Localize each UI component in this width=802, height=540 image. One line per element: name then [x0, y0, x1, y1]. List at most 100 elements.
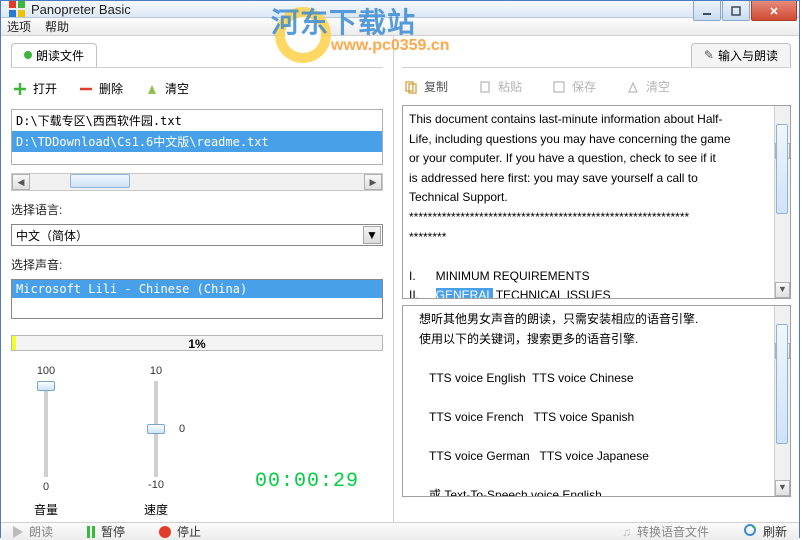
hint-vscroll[interactable]: ▲ ▼ — [774, 306, 790, 496]
close-button[interactable] — [751, 1, 797, 21]
clear-right-button[interactable]: 清空 — [626, 78, 670, 95]
delete-label: 删除 — [99, 80, 123, 97]
stop-label: 停止 — [177, 523, 201, 540]
app-window: 河东下载站 www.pc0359.cn Panopreter Basic 选项 … — [0, 0, 800, 538]
left-pane: 朗读文件 打开 删除 清空 D:\下载专区\西西软件园.txt — [1, 36, 394, 522]
titlebar[interactable]: Panopreter Basic — [1, 1, 799, 18]
plus-icon — [13, 82, 27, 96]
delete-button[interactable]: 删除 — [79, 80, 123, 97]
copy-button[interactable]: 复制 — [404, 78, 448, 95]
statusbar: 朗读 暂停 停止 ♫ 转换语音文件 刷新 — [1, 522, 799, 540]
dotted-underline — [409, 493, 772, 494]
app-icon — [9, 1, 25, 17]
right-pane: ✎ 输入与朗读 复制 粘贴 保存 清空 — [394, 36, 799, 522]
progress-area: 1% — [11, 335, 383, 351]
window-title: Panopreter Basic — [31, 2, 799, 17]
stop-button[interactable]: 停止 — [159, 523, 201, 540]
broom-icon — [626, 80, 640, 94]
pause-button[interactable]: 暂停 — [87, 523, 125, 540]
menu-help[interactable]: 帮助 — [45, 18, 69, 35]
scroll-thumb[interactable] — [776, 124, 788, 214]
menubar: 选项 帮助 — [1, 18, 799, 36]
file-list-hscroll[interactable]: ◀ ▶ — [11, 173, 383, 191]
window-controls — [692, 1, 797, 21]
save-label: 保存 — [572, 78, 596, 95]
refresh-label: 刷新 — [763, 523, 787, 540]
volume-thumb[interactable] — [37, 381, 55, 391]
tab-active-dot-icon — [24, 51, 32, 59]
document-textbox[interactable]: This document contains last-minute infor… — [402, 105, 791, 299]
list-item[interactable]: Microsoft Lili - Chinese (China) — [12, 280, 382, 298]
scroll-track[interactable] — [30, 174, 364, 190]
left-tabs: 朗读文件 — [11, 42, 383, 68]
speed-label: 速度 — [121, 501, 191, 518]
right-toolbar: 复制 粘贴 保存 清空 — [402, 74, 791, 99]
volume-track[interactable] — [44, 381, 48, 477]
speed-thumb[interactable] — [147, 424, 165, 434]
tab-input-read-label: 输入与朗读 — [718, 47, 778, 64]
open-button[interactable]: 打开 — [13, 80, 57, 97]
hint-textbox[interactable]: 想听其他男女声音的朗读，只需安装相应的语音引擎. 使用以下的关键词，搜索更多的语… — [402, 305, 791, 497]
save-button[interactable]: 保存 — [552, 78, 596, 95]
clear-right-label: 清空 — [646, 78, 670, 95]
scroll-right-icon[interactable]: ▶ — [364, 174, 382, 190]
language-combo[interactable]: 中文（简体） ▼ — [11, 224, 383, 246]
speed-mid: 0 — [179, 423, 185, 435]
refresh-icon — [743, 523, 757, 540]
language-value: 中文（简体） — [16, 227, 88, 244]
paste-button[interactable]: 粘贴 — [478, 78, 522, 95]
scroll-down-icon[interactable]: ▼ — [775, 480, 790, 496]
minimize-button[interactable] — [693, 1, 721, 21]
pause-icon — [87, 526, 95, 538]
play-label: 朗读 — [29, 523, 53, 540]
sliders-row: 100 0 10 0 -10 00:00:29 — [11, 365, 383, 493]
volume-max: 100 — [37, 365, 55, 377]
speed-track[interactable] — [154, 381, 158, 477]
tab-read-file-label: 朗读文件 — [36, 47, 84, 64]
clear-label: 清空 — [165, 80, 189, 97]
speed-max: 10 — [150, 365, 162, 377]
play-button[interactable]: 朗读 — [13, 523, 53, 540]
volume-label: 音量 — [11, 501, 81, 518]
voice-label: 选择声音: — [11, 256, 383, 273]
refresh-button[interactable]: 刷新 — [743, 523, 787, 540]
scroll-thumb[interactable] — [70, 174, 130, 188]
scroll-down-icon[interactable]: ▼ — [775, 282, 790, 298]
tab-input-read[interactable]: ✎ 输入与朗读 — [691, 43, 791, 67]
voice-list[interactable]: Microsoft Lili - Chinese (China) — [11, 279, 383, 319]
clear-button[interactable]: 清空 — [145, 80, 189, 97]
convert-icon: ♫ — [622, 525, 631, 539]
menu-options[interactable]: 选项 — [7, 18, 31, 35]
copy-label: 复制 — [424, 78, 448, 95]
tab-read-file[interactable]: 朗读文件 — [11, 43, 97, 67]
combo-arrow-icon[interactable]: ▼ — [363, 226, 381, 244]
convert-button[interactable]: ♫ 转换语音文件 — [622, 523, 709, 540]
scroll-left-icon[interactable]: ◀ — [12, 174, 30, 190]
paste-icon — [478, 80, 492, 94]
paste-label: 粘贴 — [498, 78, 522, 95]
minus-icon — [79, 82, 93, 96]
clear-icon — [145, 82, 159, 96]
right-tabs: ✎ 输入与朗读 — [402, 42, 791, 68]
doc-vscroll[interactable]: ▲ ▼ — [774, 106, 790, 298]
language-label: 选择语言: — [11, 201, 383, 218]
list-item[interactable]: D:\下载专区\西西软件园.txt — [12, 110, 382, 131]
play-icon — [13, 526, 23, 538]
hint-text: 想听其他男女声音的朗读，只需安装相应的语音引擎. 使用以下的关键词，搜索更多的语… — [409, 312, 698, 497]
stop-icon — [159, 526, 171, 538]
volume-slider[interactable]: 100 0 — [11, 365, 81, 493]
scroll-thumb[interactable] — [776, 324, 788, 444]
speed-slider[interactable]: 10 0 -10 — [121, 365, 191, 491]
left-toolbar: 打开 删除 清空 — [11, 74, 383, 103]
maximize-button[interactable] — [722, 1, 750, 21]
slider-labels: 音量 速度 — [11, 501, 383, 518]
progress-pct: 1% — [12, 337, 382, 351]
save-icon — [552, 80, 566, 94]
copy-icon — [404, 80, 418, 94]
volume-min: 0 — [43, 481, 49, 493]
speed-min: -10 — [148, 479, 164, 491]
convert-label: 转换语音文件 — [637, 523, 709, 540]
pause-label: 暂停 — [101, 523, 125, 540]
file-list[interactable]: D:\下载专区\西西软件园.txt D:\TDDownload\Cs1.6中文版… — [11, 109, 383, 165]
list-item[interactable]: D:\TDDownload\Cs1.6中文版\readme.txt — [12, 131, 382, 152]
